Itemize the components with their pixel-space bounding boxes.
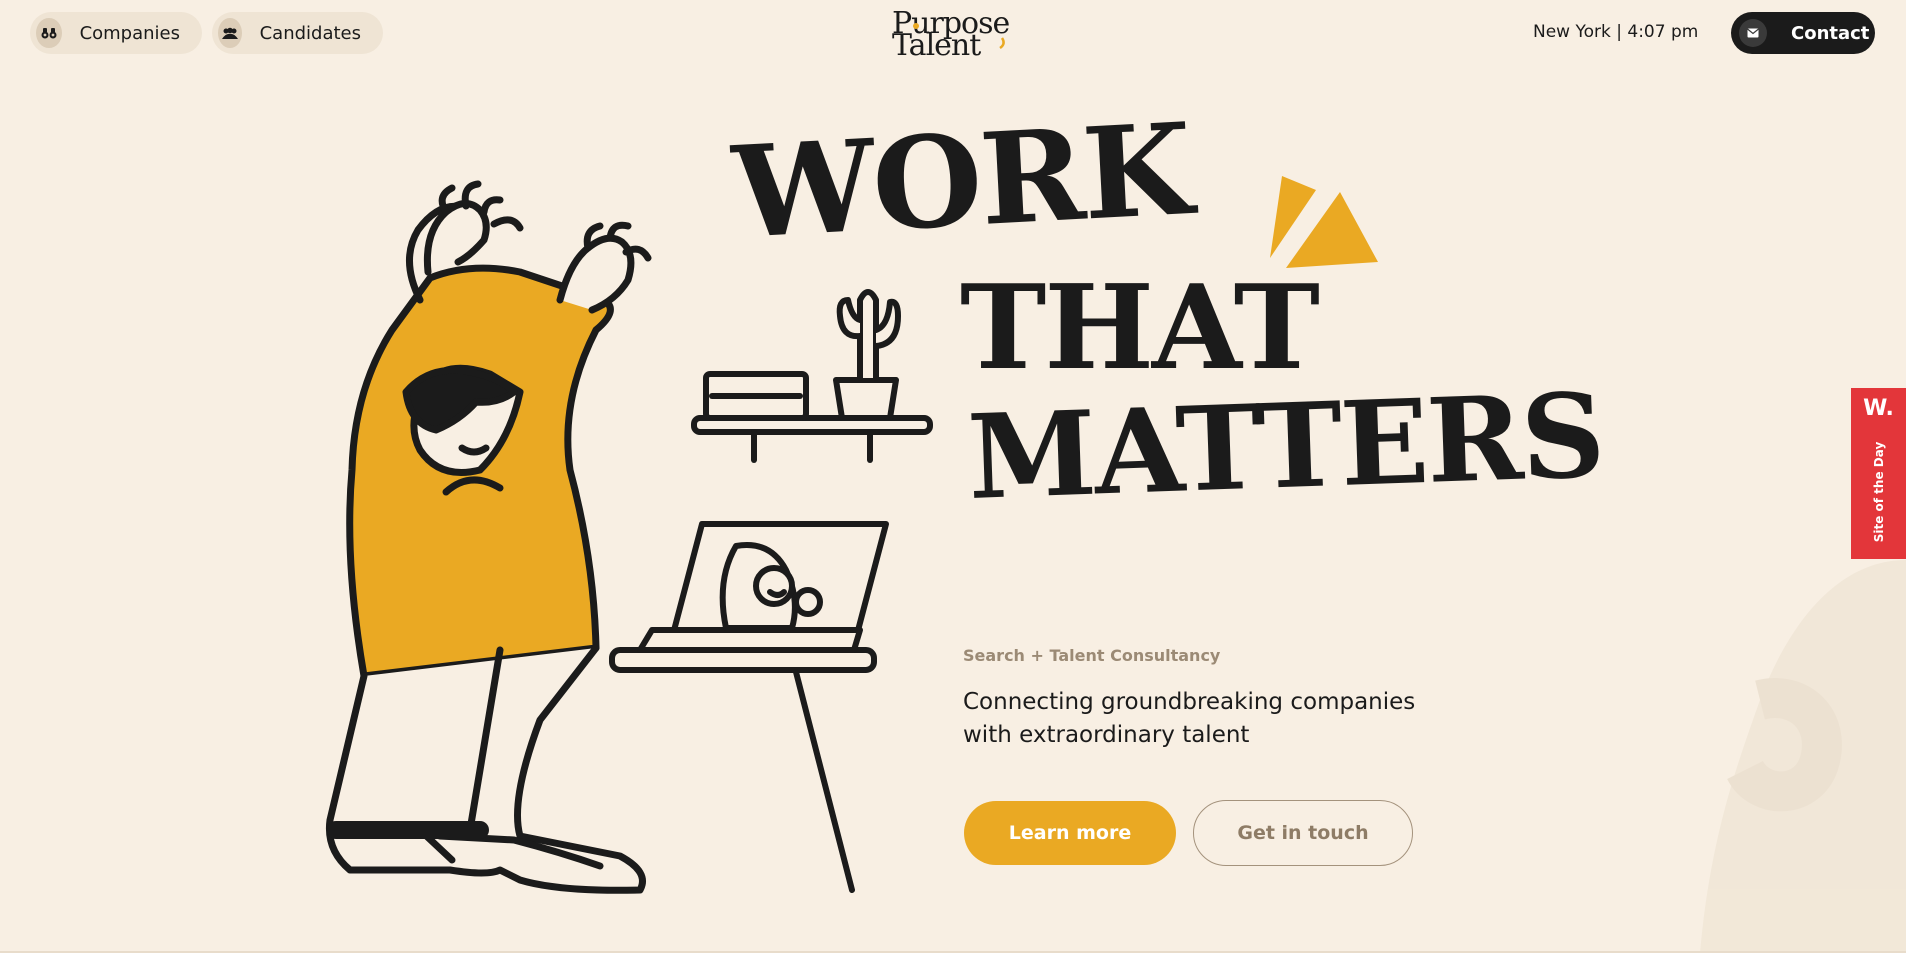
hero-eyebrow: Search + Talent Consultancy bbox=[963, 646, 1221, 665]
hero-title-line-3: MATTERS bbox=[965, 367, 1606, 526]
badge-label: Site of the Day bbox=[1872, 441, 1886, 543]
burst-icon bbox=[1270, 176, 1378, 268]
desk-illustration bbox=[609, 521, 889, 893]
get-in-touch-button[interactable]: Get in touch bbox=[1193, 800, 1413, 866]
badge-mark: W. bbox=[1863, 396, 1894, 421]
hero-description: Connecting groundbreaking companies with… bbox=[963, 689, 1416, 748]
learn-more-button[interactable]: Learn more bbox=[964, 801, 1176, 865]
person-illustration bbox=[325, 180, 652, 894]
shelf-illustration bbox=[691, 289, 933, 463]
hero-title-line-2: THAT bbox=[960, 260, 1320, 396]
hero-title-line-1: WORK bbox=[729, 95, 1195, 267]
decorative-shape bbox=[1700, 560, 1906, 953]
site-of-the-day-badge[interactable]: W. Site of the Day bbox=[1851, 388, 1906, 559]
